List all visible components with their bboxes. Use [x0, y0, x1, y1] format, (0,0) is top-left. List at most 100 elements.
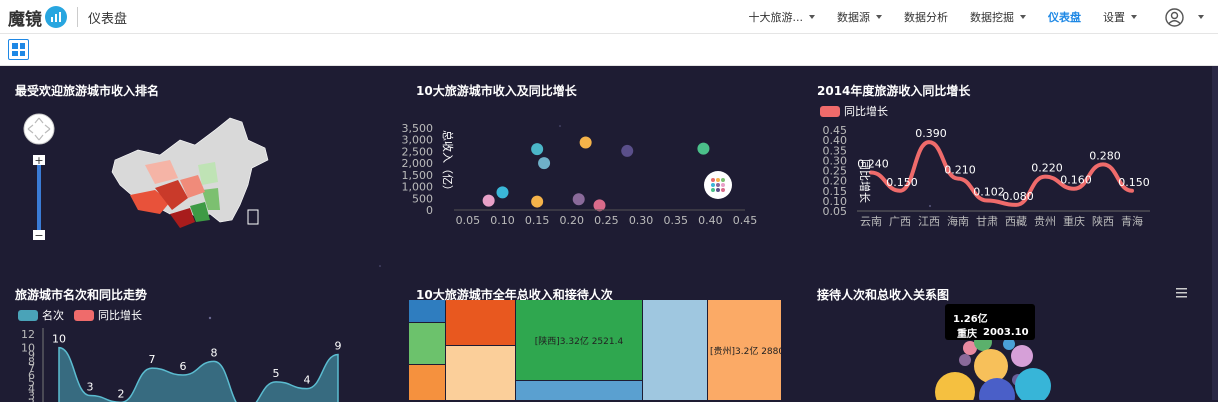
nav-item-label: 仪表盘	[1048, 9, 1081, 25]
scatter-point[interactable]	[621, 145, 633, 157]
map-pan-control[interactable]	[24, 114, 54, 144]
data-label: 0.150	[1118, 176, 1150, 189]
rank-area[interactable]	[59, 348, 338, 402]
scatter-point[interactable]	[531, 196, 543, 208]
logo-divider	[77, 7, 78, 27]
nav-item-analysis[interactable]: 数据分析	[904, 9, 948, 25]
chevron-down-icon	[1131, 15, 1137, 19]
tooltip-value: 1.26亿	[953, 310, 1027, 325]
scatter-point[interactable]	[531, 143, 543, 155]
panel-title-rank: 旅游城市名次和同比走势	[15, 286, 147, 303]
user-menu[interactable]	[1165, 8, 1204, 27]
data-label: 8	[211, 346, 218, 359]
grid-cell	[20, 51, 26, 57]
scatter-point[interactable]	[538, 157, 550, 169]
y-tick-label: 2,000	[402, 157, 434, 170]
logo[interactable]: 魔镜 仪表盘	[8, 4, 127, 30]
legend-swatch	[820, 106, 840, 117]
nav-item-datasource[interactable]: 数据源	[837, 9, 882, 25]
layout-grid-button[interactable]	[8, 39, 29, 60]
data-label: 5	[273, 367, 280, 380]
scatter-ylabel: 总收入（亿）	[441, 130, 455, 196]
bubble[interactable]	[1011, 345, 1033, 367]
growth-line-chart: 0.050.100.150.200.250.300.350.400.45云南广西…	[815, 126, 1155, 236]
legend-label: 名次	[42, 307, 64, 323]
treemap-cell[interactable]	[516, 381, 642, 400]
y-tick-label: 0	[426, 204, 433, 217]
treemap-cell[interactable]	[409, 365, 445, 400]
y-tick-label: 10	[21, 342, 35, 355]
data-label: 0.080	[1002, 190, 1034, 203]
palette-button[interactable]	[704, 171, 732, 199]
legend-label: 同比增长	[98, 307, 142, 323]
scatter-chart: 05001,0001,5002,0002,5003,0003,5000.050.…	[400, 108, 760, 278]
scatter-point[interactable]	[697, 143, 709, 155]
page-scrollbar[interactable]	[1212, 66, 1218, 400]
x-tick-label: 甘肃	[976, 215, 998, 228]
rank-legend[interactable]: 名次 同比增长	[18, 307, 142, 323]
china-map-panel: + −	[20, 110, 280, 250]
bubble[interactable]	[1015, 368, 1051, 400]
y-tick-label: 1,500	[402, 169, 434, 182]
scatter-point[interactable]	[573, 193, 585, 205]
data-label: 0.160	[1060, 174, 1092, 187]
nav-item-label: 数据源	[837, 9, 870, 25]
tooltip-city: 重庆	[957, 325, 977, 340]
y-tick-label: 3,000	[402, 134, 434, 147]
data-label: 2	[118, 387, 125, 400]
legend-label: 同比增长	[844, 103, 888, 119]
grid-cell	[12, 51, 18, 57]
x-tick-label: 青海	[1121, 214, 1143, 228]
treemap-cell[interactable]	[643, 300, 707, 400]
dashboard-toolbar	[0, 34, 1218, 66]
nav-item-settings[interactable]: 设置	[1103, 9, 1137, 25]
nav-item-dataset[interactable]: 十大旅游...	[749, 9, 816, 25]
rank-area-chart: 2345678910121032768549	[15, 326, 345, 402]
legend-swatch	[74, 310, 94, 321]
y-tick-label: 2,500	[402, 145, 434, 158]
bubble[interactable]	[935, 372, 975, 400]
scatter-point[interactable]	[580, 137, 592, 149]
legend-swatch	[18, 310, 38, 321]
x-tick-label: 海南	[947, 214, 969, 228]
nav-item-mining[interactable]: 数据挖掘	[970, 9, 1026, 25]
x-tick-label: 陕西	[1092, 214, 1114, 228]
tooltip-row: 重庆 2003.10	[953, 325, 1027, 340]
treemap-cell-guizhou[interactable]: [贵州]3.2亿 2880	[708, 300, 781, 400]
treemap-chart: [陕西]3.32亿 2521.4 [贵州]3.2亿 2880	[409, 300, 781, 400]
data-label: 4	[304, 374, 311, 387]
menu-icon[interactable]	[1172, 285, 1192, 301]
nav-item-dashboard[interactable]: 仪表盘	[1048, 9, 1081, 25]
x-tick-label: 云南	[860, 215, 882, 228]
treemap-cell[interactable]	[446, 300, 515, 345]
chevron-down-icon	[1020, 15, 1026, 19]
bubble[interactable]	[974, 349, 1008, 383]
scatter-point[interactable]	[483, 195, 495, 207]
chevron-down-icon	[1198, 15, 1204, 19]
grid-cell	[20, 43, 26, 49]
nav-item-label: 设置	[1103, 9, 1125, 25]
treemap-cell[interactable]	[446, 346, 515, 400]
treemap-cell[interactable]	[409, 300, 445, 322]
y-tick-label: 1,000	[402, 181, 434, 194]
x-tick-label: 0.45	[733, 214, 758, 227]
data-label: 0.210	[944, 164, 976, 177]
zoom-slider-track[interactable]	[37, 160, 41, 232]
growth-legend[interactable]: 同比增长	[820, 103, 888, 119]
treemap-label: [陕西]3.32亿 2521.4	[535, 334, 623, 347]
treemap-cell[interactable]	[409, 323, 445, 364]
treemap-cell-shaanxi[interactable]: [陕西]3.32亿 2521.4	[516, 300, 642, 380]
scatter-point[interactable]	[497, 186, 509, 198]
panel-title-scatter: 10大旅游城市收入及同比增长	[416, 82, 577, 99]
china-map[interactable]	[112, 118, 268, 228]
logo-text: 魔镜	[8, 5, 42, 30]
y-tick-label: 3,500	[402, 122, 434, 135]
x-tick-label: 重庆	[1063, 214, 1085, 228]
x-tick-label: 江西	[918, 215, 940, 228]
bubble[interactable]	[959, 354, 971, 366]
data-label: 0.220	[1031, 162, 1063, 175]
x-tick-label: 0.05	[456, 214, 481, 227]
x-tick-label: 0.40	[698, 214, 723, 227]
data-label: 0.280	[1089, 149, 1121, 162]
x-tick-label: 0.20	[560, 214, 585, 227]
